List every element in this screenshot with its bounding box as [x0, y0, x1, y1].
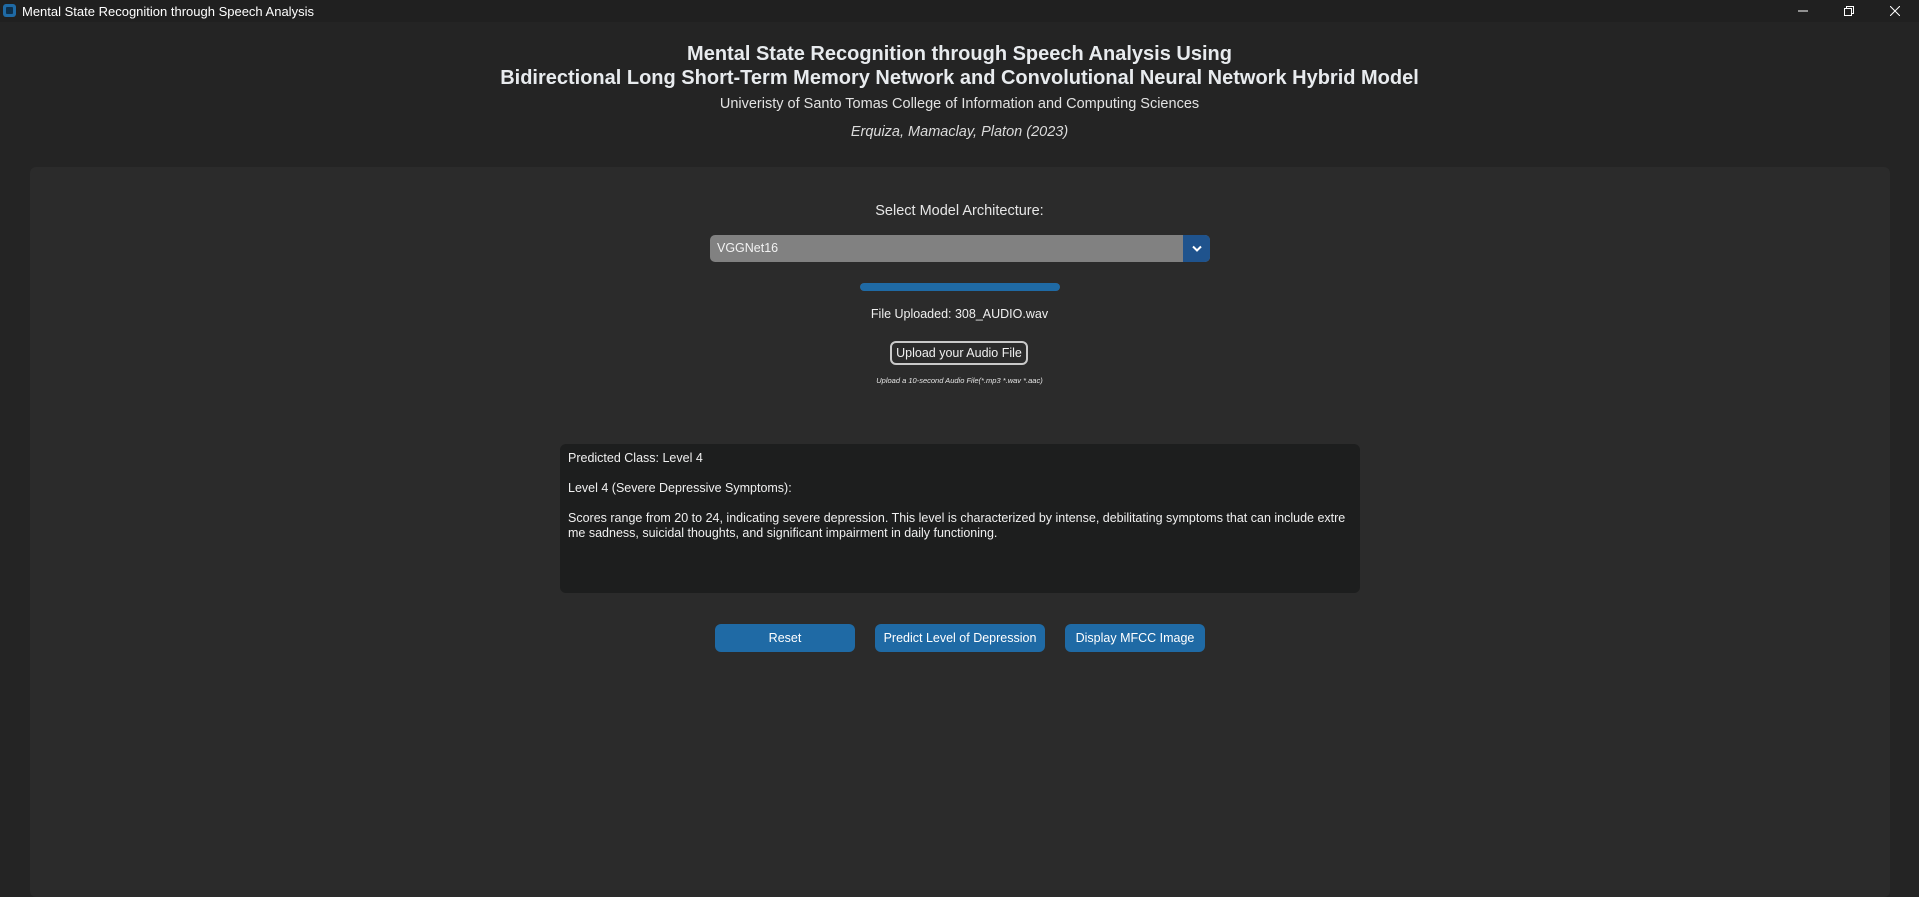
app-icon [3, 4, 16, 17]
app-title-line-2: Bidirectional Long Short-Term Memory Net… [500, 67, 1419, 89]
close-icon [1890, 6, 1900, 16]
prediction-result-textbox[interactable]: Predicted Class: Level 4 Level 4 (Severe… [560, 444, 1360, 593]
maximize-button[interactable] [1826, 0, 1872, 22]
chevron-down-icon [1191, 245, 1202, 252]
minimize-icon [1798, 10, 1808, 12]
upload-progress-bar [860, 283, 1060, 291]
dropdown-arrow-button[interactable] [1183, 235, 1210, 262]
window-title: Mental State Recognition through Speech … [22, 4, 314, 19]
institution-subtitle: Univeristy of Santo Tomas College of Inf… [719, 96, 1200, 112]
uploaded-file-label: File Uploaded: 308_AUDIO.wav [870, 307, 1049, 321]
reset-button[interactable]: Reset [715, 624, 855, 652]
display-mfcc-button[interactable]: Display MFCC Image [1065, 624, 1205, 652]
window-titlebar: Mental State Recognition through Speech … [0, 0, 1919, 22]
predict-button[interactable]: Predict Level of Depression [875, 624, 1045, 652]
authors-text: Erquiza, Mamaclay, Platon (2023) [850, 124, 1069, 140]
upload-hint-text: Upload a 10-second Audio File(*.mp3 *.wa… [876, 376, 1043, 385]
model-selected-value[interactable]: VGGNet16 [717, 241, 778, 255]
upload-audio-button[interactable]: Upload your Audio File [890, 341, 1028, 365]
minimize-button[interactable] [1780, 0, 1826, 22]
close-button[interactable] [1872, 0, 1918, 22]
model-architecture-dropdown[interactable]: VGGNet16 [710, 235, 1210, 262]
restore-icon [1844, 6, 1854, 16]
progress-bar-fill [860, 283, 1060, 291]
model-select-label: Select Model Architecture: [875, 203, 1044, 219]
app-title-line-1: Mental State Recognition through Speech … [687, 43, 1232, 65]
